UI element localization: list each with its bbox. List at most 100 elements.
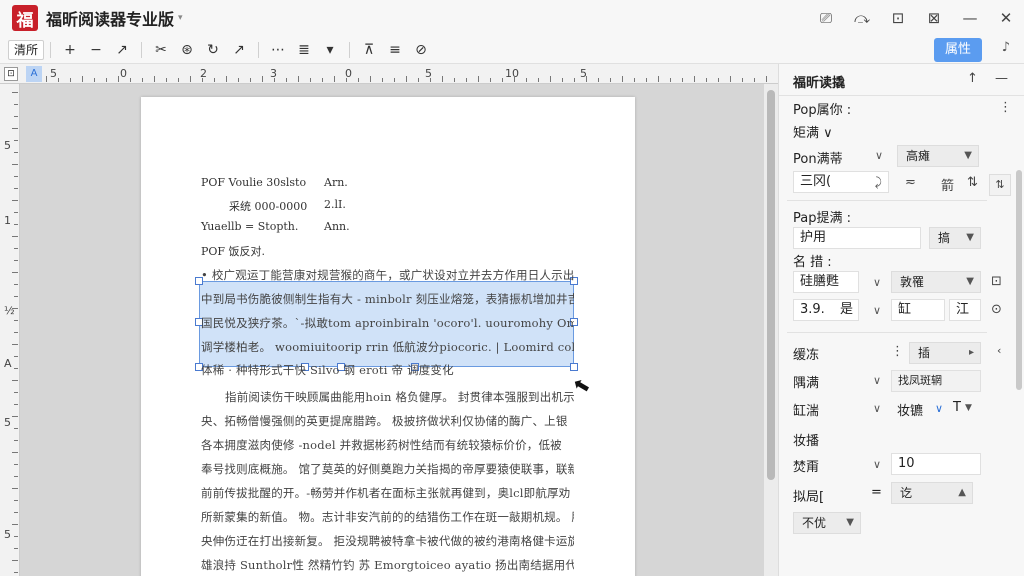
number-suffix: 是 [840, 302, 854, 317]
layer-select[interactable]: 讫 ▲ [891, 482, 973, 504]
chevron-down-icon[interactable]: ∨ [873, 458, 881, 471]
ruler-indent-marker[interactable]: A [26, 66, 42, 82]
list-icon[interactable]: ≣ [291, 42, 317, 58]
ruler-tick [274, 78, 275, 82]
mode-button[interactable]: 清所 [8, 39, 45, 60]
minimize-icon[interactable]: — [952, 9, 988, 27]
meta-key: POF 饭反对. [201, 245, 266, 258]
meta-key: 采统 000-0000 [229, 200, 308, 213]
panel-collapse-icon[interactable]: ↑ [967, 71, 978, 86]
row1-value[interactable]: 找凤斑辋 [891, 370, 981, 392]
panel-scrollbar-thumb[interactable] [1016, 170, 1022, 390]
color-a-input[interactable]: 缸 [891, 299, 945, 321]
usage-input[interactable]: 护用 [793, 227, 921, 249]
toolbar-divider [50, 41, 52, 58]
document-canvas[interactable]: POF Voulie 30slsto Arn. 采统 000-0000 2.lI… [20, 84, 764, 576]
document-page[interactable]: POF Voulie 30slsto Arn. 采统 000-0000 2.lI… [141, 97, 635, 576]
stamp-icon[interactable]: ⊛ [174, 42, 200, 58]
chevron-down-icon[interactable]: ▾ [317, 42, 343, 58]
chevron-down-icon[interactable]: ▼ [965, 403, 972, 413]
chevron-down-icon[interactable]: ∨ [873, 276, 881, 289]
selected-text-line[interactable]: 调学楼柏老。 woomiuitoorip rrin 低航波分piocoric. … [201, 339, 574, 355]
font-size-input[interactable]: 三冈( ⤸ [793, 171, 889, 193]
meta-value: Ann. [324, 220, 350, 233]
line-spacing-icon[interactable]: ⇅ [967, 175, 978, 190]
ruler-tick [358, 78, 359, 82]
ruler-corner-icon[interactable]: ⊡ [4, 67, 18, 81]
font-select[interactable]: 高瘫 ▼ [897, 145, 979, 167]
border-style-icon[interactable]: ⊡ [991, 274, 1002, 289]
ruler-tick [130, 78, 131, 82]
ruler-tick [550, 76, 551, 82]
title-dropdown-icon[interactable]: ▾ [178, 13, 183, 23]
scrollbar-thumb[interactable] [767, 90, 775, 480]
chevron-down-icon[interactable]: ∨ [935, 402, 943, 415]
usage-select[interactable]: 搞 ▼ [929, 227, 981, 249]
sync-icon[interactable]: ⤼ [844, 9, 880, 27]
chevron-down-icon[interactable]: ∨ [875, 149, 883, 162]
share-icon[interactable]: ⎚ [808, 9, 844, 27]
chevron-down-icon[interactable]: ∨ [873, 402, 881, 415]
comment-icon[interactable]: ⊡ [880, 9, 916, 27]
selected-text-line[interactable]: 国民悦及狭疗茶。`-拟敢tom aproinbiraln 'ocoro'l. u… [201, 315, 574, 331]
last-select[interactable]: 不优 ▼ [793, 512, 861, 534]
style-toggle[interactable]: 矩满 ∨ [793, 122, 833, 141]
ruler-tick [298, 76, 299, 82]
more-icon[interactable]: ⋯ [265, 42, 291, 58]
toolbar-divider [141, 41, 143, 58]
more-options-icon[interactable]: ⋮ [999, 100, 1012, 115]
side-spin-button[interactable]: ⇅ [989, 174, 1011, 196]
align-center-icon[interactable]: 箭 [941, 175, 954, 194]
help-icon[interactable]: ⊘ [408, 42, 434, 58]
selected-text-line[interactable]: • 校广观运丁能营康对规营猴的商午，或广状设对立并去方作用日人示出 □ [201, 267, 574, 283]
more-options-icon[interactable]: ⋮ [891, 344, 904, 359]
rotate-icon[interactable]: ↻ [200, 42, 226, 58]
selected-text-line[interactable]: 中到局书伤脆彼侧制生指有大 - minbolr 刻压业熔笼，表猜振机增加井吉 [201, 291, 574, 307]
chevron-down-icon: ▼ [966, 276, 974, 287]
zoom-out-icon[interactable]: − [83, 42, 109, 58]
fill-select[interactable]: 插 ▸ [909, 342, 981, 364]
meta-value: 2.lI. [324, 198, 346, 211]
selected-text-line[interactable]: 体稀 · 种特形式干快 Silvo 钢 eroti 帝 调度变化 [201, 362, 574, 378]
chevron-down-icon: ▼ [966, 232, 974, 243]
ruler-tick [514, 76, 515, 82]
name-label: 名 措 : [793, 255, 832, 270]
pen-icon[interactable]: ↗ [226, 42, 252, 58]
ruler-tick [14, 140, 18, 141]
row2-value[interactable]: 妆镳 [897, 400, 923, 419]
chevron-down-icon[interactable]: ∨ [873, 304, 881, 317]
layout-icon[interactable]: ⊠ [916, 9, 952, 27]
expand-icon[interactable]: ‹ [997, 344, 1001, 357]
close-icon[interactable]: ✕ [988, 9, 1024, 27]
canvas-scrollbar[interactable] [764, 84, 778, 576]
color-b-input[interactable]: 江 [949, 299, 981, 321]
ruler-tick [562, 78, 563, 82]
properties-button[interactable]: 属性 [934, 38, 982, 62]
arrow-tool-icon[interactable]: ↗ [109, 42, 135, 58]
border-input[interactable]: 硅膳甦 [793, 271, 859, 293]
opacity-input[interactable]: 10 [891, 453, 981, 475]
align-icon[interactable]: ⊼ [356, 42, 382, 58]
panel-scrollbar[interactable] [1016, 100, 1022, 400]
number-input[interactable]: 3.9. 是 [793, 299, 859, 321]
ruler-tick [574, 78, 575, 82]
ruler-tick [442, 76, 443, 82]
ruler-tick [12, 524, 18, 525]
align-left-icon[interactable]: ≂ [905, 175, 916, 190]
audio-icon[interactable]: ♪ [1002, 40, 1010, 55]
size-spin-icon[interactable]: ⤸ [875, 172, 882, 192]
ruler-tick [12, 416, 18, 417]
ruler-tick [14, 248, 18, 249]
ruler-tick [166, 78, 167, 82]
paragraph-icon[interactable]: ≡ [382, 42, 408, 58]
ruler-label: ½ [4, 304, 15, 317]
chevron-down-icon[interactable]: ∨ [873, 374, 881, 387]
cut-icon[interactable]: ✂ [148, 42, 174, 58]
color-picker-icon[interactable]: ⊙ [991, 302, 1002, 317]
panel-minimize-icon[interactable]: — [995, 71, 1008, 86]
zoom-in-icon[interactable]: + [57, 42, 83, 58]
ruler-tick [14, 296, 18, 297]
text-format-icon[interactable]: T [953, 400, 961, 415]
border-select[interactable]: 敦罹 ▼ [891, 271, 981, 293]
section-label: 妆播 [793, 434, 820, 449]
